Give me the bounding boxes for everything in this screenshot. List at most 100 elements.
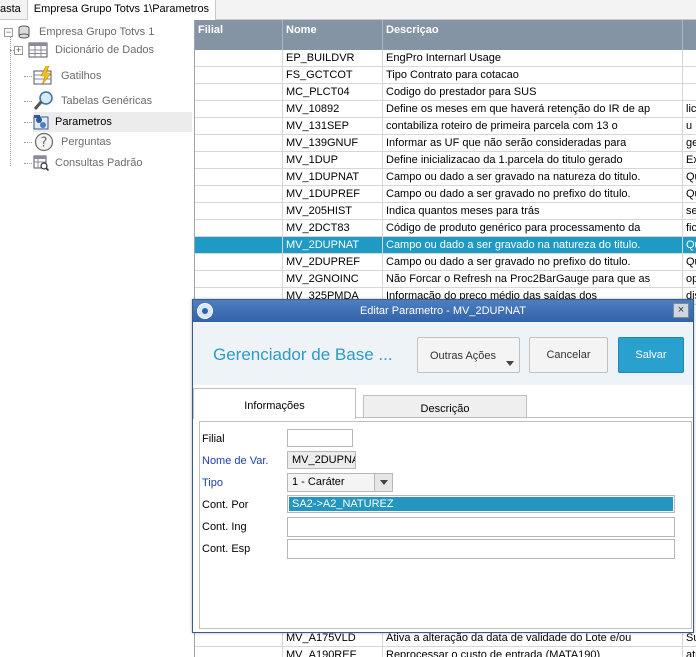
- close-icon[interactable]: ×: [673, 303, 689, 318]
- table-row[interactable]: MC_PLCT04 Codigo do prestador para SUS: [195, 84, 696, 101]
- table-row[interactable]: MV_205HIST Indica quantos meses para trás…: [195, 203, 696, 220]
- cell-descricao: Define os meses em que haverá retenção d…: [383, 101, 683, 118]
- cell-nome: MV_1DUPNAT: [283, 169, 383, 186]
- tipo-selected-value: 1 - Caráter: [292, 476, 345, 488]
- tree-item-label: Tabelas Genéricas: [61, 95, 153, 107]
- collapse-icon[interactable]: −: [4, 27, 13, 37]
- tab-pasta[interactable]: asta: [0, 0, 28, 20]
- cell-filial: [195, 186, 283, 203]
- tree-item-consultas[interactable]: Consultas Padrão: [33, 153, 142, 173]
- tree-item-dicionario[interactable]: + Dicionário de Dados: [14, 40, 154, 60]
- tree-connector: [24, 142, 32, 143]
- cell-filial: [195, 647, 283, 657]
- other-actions-button[interactable]: Outras Ações: [417, 337, 520, 373]
- cell-extra: Qu: [683, 254, 696, 271]
- cell-filial: [195, 135, 283, 152]
- cell-extra: ser: [683, 203, 696, 220]
- cell-descricao: Campo ou dado a ser gravado na natureza …: [383, 169, 683, 186]
- tree-item-label: Parametros: [55, 116, 112, 128]
- tipo-select[interactable]: 1 - Caráter: [287, 473, 393, 492]
- nome-var-field[interactable]: MV_2DUPNA: [287, 451, 356, 469]
- cell-extra: [683, 67, 696, 84]
- tree-item-perguntas[interactable]: ? Perguntas: [33, 132, 111, 152]
- table-row[interactable]: MV_131SEP contabiliza roteiro de primeira…: [195, 118, 696, 135]
- cell-filial: [195, 152, 283, 169]
- table-row[interactable]: MV_139GNUF Informar as UF que não serão c…: [195, 135, 696, 152]
- table-row[interactable]: MV_1DUPNAT Campo ou dado a ser gravado na…: [195, 169, 696, 186]
- database-icon: [17, 22, 31, 42]
- cont-por-field[interactable]: SA2->A2_NATUREZ: [287, 495, 675, 513]
- cell-extra: Ex: [683, 152, 696, 169]
- cell-nome: MV_1DUP: [283, 152, 383, 169]
- cell-nome: EP_BUILDVR: [283, 50, 383, 67]
- cell-nome: MV_A190REF: [283, 647, 383, 657]
- table-row[interactable]: EP_BUILDVR EngPro Internarl Usage: [195, 50, 696, 67]
- trigger-icon: [33, 66, 55, 86]
- tree-item-label: Perguntas: [61, 136, 112, 148]
- cell-descricao: Código de produto genérico para processa…: [383, 220, 683, 237]
- cell-extra: Qu: [683, 169, 696, 186]
- table-row[interactable]: MV_10892 Define os meses em que haverá re…: [195, 101, 696, 118]
- table-row[interactable]: MV_1DUP Define inicializacao da 1.parcela…: [195, 152, 696, 169]
- table-row[interactable]: FS_GCTCOT Tipo Contrato para cotacao: [195, 67, 696, 84]
- dialog-title: Editar Parametro - MV_2DUPNAT: [359, 305, 527, 317]
- tab-parametros[interactable]: Empresa Grupo Totvs 1\Parametros: [27, 0, 217, 20]
- table-row[interactable]: MV_2DUPREF Campo ou dado a ser gravado no…: [195, 254, 696, 271]
- cell-filial: [195, 101, 283, 118]
- nome-var-label: Nome de Var.: [202, 455, 269, 467]
- cell-descricao: Não Forcar o Refresh na Proc2BarGauge pa…: [383, 271, 683, 288]
- filial-field[interactable]: [287, 429, 353, 447]
- table-row[interactable]: MV_A190REF Reprocessar o custo de entrada…: [195, 647, 696, 657]
- tab-informacoes[interactable]: Informações: [193, 388, 356, 419]
- dialog-title-bar[interactable]: Editar Parametro - MV_2DUPNAT ×: [193, 300, 693, 322]
- table-row[interactable]: MV_2GNOINC Não Forcar o Refresh na Proc2B…: [195, 271, 696, 288]
- cell-filial: [195, 118, 283, 135]
- tree-item-label: Consultas Padrão: [55, 157, 143, 169]
- cell-filial: [195, 67, 283, 84]
- filial-label: Filial: [202, 433, 225, 445]
- expand-icon[interactable]: +: [14, 45, 23, 55]
- cont-esp-field[interactable]: [287, 539, 675, 559]
- tab-descricao[interactable]: Descrição: [363, 395, 527, 418]
- tree-root[interactable]: − Empresa Grupo Totvs 1: [4, 22, 154, 42]
- cell-nome: FS_GCTCOT: [283, 67, 383, 84]
- tipo-label: Tipo: [202, 477, 223, 489]
- cont-esp-label: Cont. Esp: [202, 543, 251, 555]
- column-header-filial[interactable]: Filial: [195, 20, 283, 50]
- table-row[interactable]: MV_2DUPNAT Campo ou dado a ser gravado na…: [195, 237, 696, 254]
- tree-item-gatilhos[interactable]: Gatilhos: [33, 66, 101, 86]
- dialog-tabs: Informações Descrição: [193, 385, 693, 419]
- cell-descricao: Reprocessar o custo de entrada (MATA190): [383, 647, 683, 657]
- column-header-nome[interactable]: Nome: [283, 20, 383, 50]
- cell-extra: Qu: [683, 237, 696, 254]
- table-row[interactable]: MV_1DUPREF Campo ou dado a ser gravado no…: [195, 186, 696, 203]
- chevron-down-icon: [506, 361, 514, 366]
- chevron-down-icon[interactable]: [374, 474, 392, 491]
- table-row[interactable]: MV_2DCT83 Código de produto genérico para…: [195, 220, 696, 237]
- tree-connector: [24, 163, 32, 164]
- cell-extra: fic: [683, 220, 696, 237]
- svg-text:?: ?: [41, 136, 48, 151]
- question-icon: ?: [33, 132, 55, 152]
- cell-descricao: Define inicializacao da 1.parcela do tit…: [383, 152, 683, 169]
- cell-nome: MV_2DCT83: [283, 220, 383, 237]
- cell-nome: MV_205HIST: [283, 203, 383, 220]
- cell-descricao: Indica quantos meses para trás: [383, 203, 683, 220]
- cancel-button[interactable]: Cancelar: [529, 337, 608, 373]
- tree-item-parametros[interactable]: Parametros: [33, 112, 192, 132]
- query-icon: [33, 153, 49, 173]
- cell-extra: [683, 84, 696, 101]
- parameters-icon: [33, 112, 49, 132]
- cont-ing-field[interactable]: [287, 517, 675, 537]
- cell-descricao: Campo ou dado a ser gravado na natureza …: [383, 237, 683, 254]
- cell-descricao: Tipo Contrato para cotacao: [383, 67, 683, 84]
- tree-item-tabelas[interactable]: Tabelas Genéricas: [33, 91, 152, 111]
- tree-item-label: Gatilhos: [61, 70, 102, 82]
- cell-filial: [195, 237, 283, 254]
- navigation-tree: − Empresa Grupo Totvs 1 + Dicionário de …: [0, 20, 192, 657]
- save-button[interactable]: Salvar: [618, 337, 684, 373]
- tree-connector: [24, 122, 32, 123]
- column-header-extra[interactable]: [683, 20, 696, 50]
- cell-filial: [195, 220, 283, 237]
- column-header-descricao[interactable]: Descriçao: [383, 20, 683, 50]
